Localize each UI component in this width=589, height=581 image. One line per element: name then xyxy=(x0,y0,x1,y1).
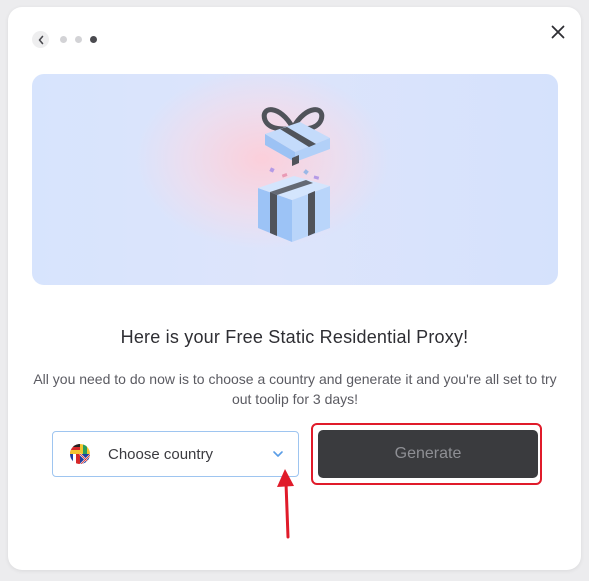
step-dot-2 xyxy=(75,36,82,43)
step-dot-3-active xyxy=(90,36,97,43)
hero-banner xyxy=(32,74,558,285)
flags-icon xyxy=(70,444,90,464)
close-icon xyxy=(551,25,565,39)
country-select[interactable]: Choose country xyxy=(52,431,299,477)
step-indicator xyxy=(32,31,97,48)
page-title: Here is your Free Static Residential Pro… xyxy=(120,327,469,347)
country-select-placeholder: Choose country xyxy=(108,445,214,463)
gift-box-icon xyxy=(258,107,330,242)
chevron-left-icon xyxy=(38,35,43,44)
chevron-down-icon xyxy=(273,451,283,457)
close-button[interactable] xyxy=(549,23,567,41)
proxy-modal: Here is your Free Static Residential Pro… xyxy=(8,7,581,570)
back-button[interactable] xyxy=(32,31,49,48)
generate-button[interactable]: Generate xyxy=(318,430,538,478)
description-text: All you need to do now is to choose a co… xyxy=(33,371,557,407)
step-dot-1 xyxy=(60,36,67,43)
annotation-arrow-icon xyxy=(277,469,294,539)
